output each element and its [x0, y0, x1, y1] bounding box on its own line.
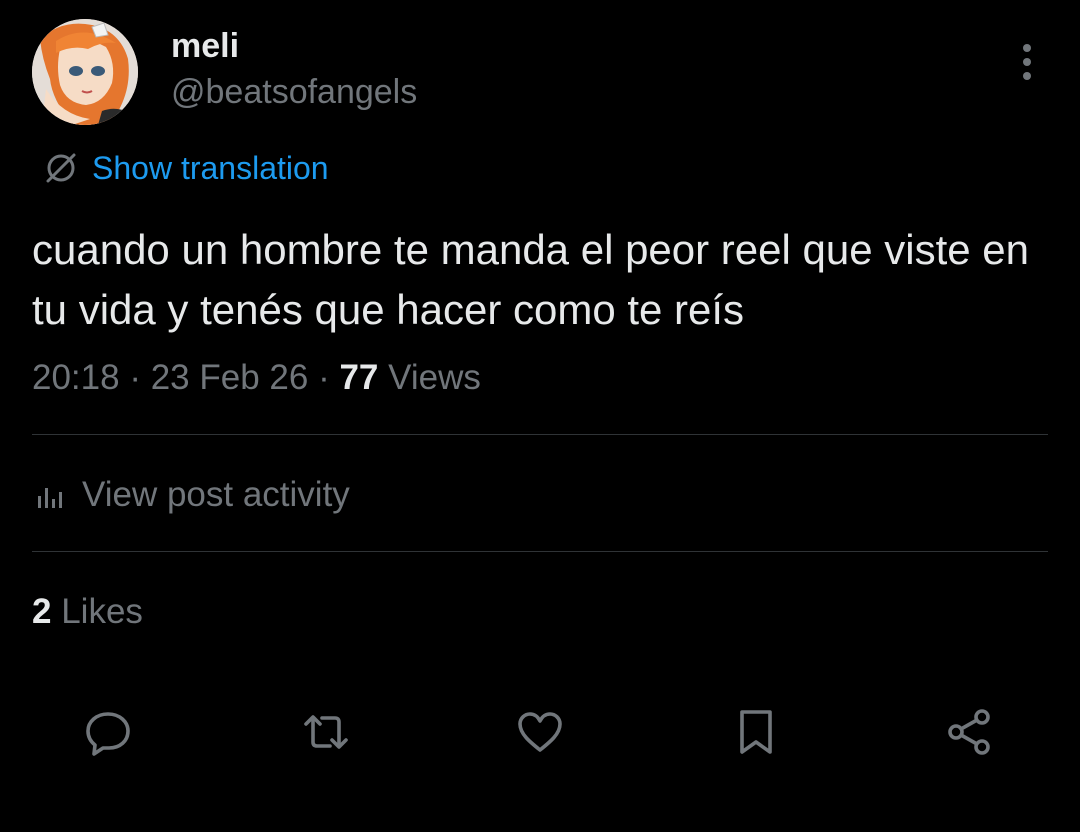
avatar-illustration	[32, 19, 138, 125]
reply-button[interactable]	[76, 700, 140, 764]
show-translation-link[interactable]: Show translation	[44, 146, 329, 190]
bookmark-icon	[740, 710, 772, 754]
more-dot-icon	[1023, 72, 1031, 80]
view-post-activity-link[interactable]: View post activity	[36, 473, 350, 517]
user-handle[interactable]: @beatsofangels	[171, 70, 417, 114]
heart-icon	[518, 712, 562, 752]
more-dot-icon	[1023, 44, 1031, 52]
divider	[32, 551, 1048, 552]
share-button[interactable]	[938, 700, 1002, 764]
repost-button[interactable]	[294, 700, 358, 764]
translate-icon	[46, 153, 76, 183]
bar-chart-icon	[38, 488, 62, 508]
likes-label: Likes	[61, 592, 143, 631]
more-options-button[interactable]	[1008, 40, 1048, 84]
avatar[interactable]	[32, 19, 138, 125]
share-icon	[948, 709, 990, 755]
post-meta: 20:18 · 23 Feb 26 · 77 Views	[32, 356, 481, 400]
post-date[interactable]: 23 Feb 26	[151, 358, 309, 397]
likes-link[interactable]: 2 Likes	[32, 590, 143, 634]
like-button[interactable]	[508, 700, 572, 764]
bookmark-button[interactable]	[724, 700, 788, 764]
reply-icon	[86, 712, 130, 756]
more-dot-icon	[1023, 58, 1031, 66]
divider	[32, 434, 1048, 435]
repost-icon	[304, 715, 348, 749]
view-post-activity-label: View post activity	[82, 475, 350, 514]
likes-count: 2	[32, 592, 52, 631]
views-count: 77	[339, 358, 379, 397]
post-time[interactable]: 20:18	[32, 358, 120, 397]
meta-separator: ·	[318, 358, 330, 397]
views-label: Views	[388, 358, 481, 397]
show-translation-label: Show translation	[92, 150, 329, 186]
display-name[interactable]: meli	[171, 24, 239, 68]
post-text: cuando un hombre te manda el peor reel q…	[32, 226, 1029, 333]
meta-separator: ·	[129, 358, 141, 397]
